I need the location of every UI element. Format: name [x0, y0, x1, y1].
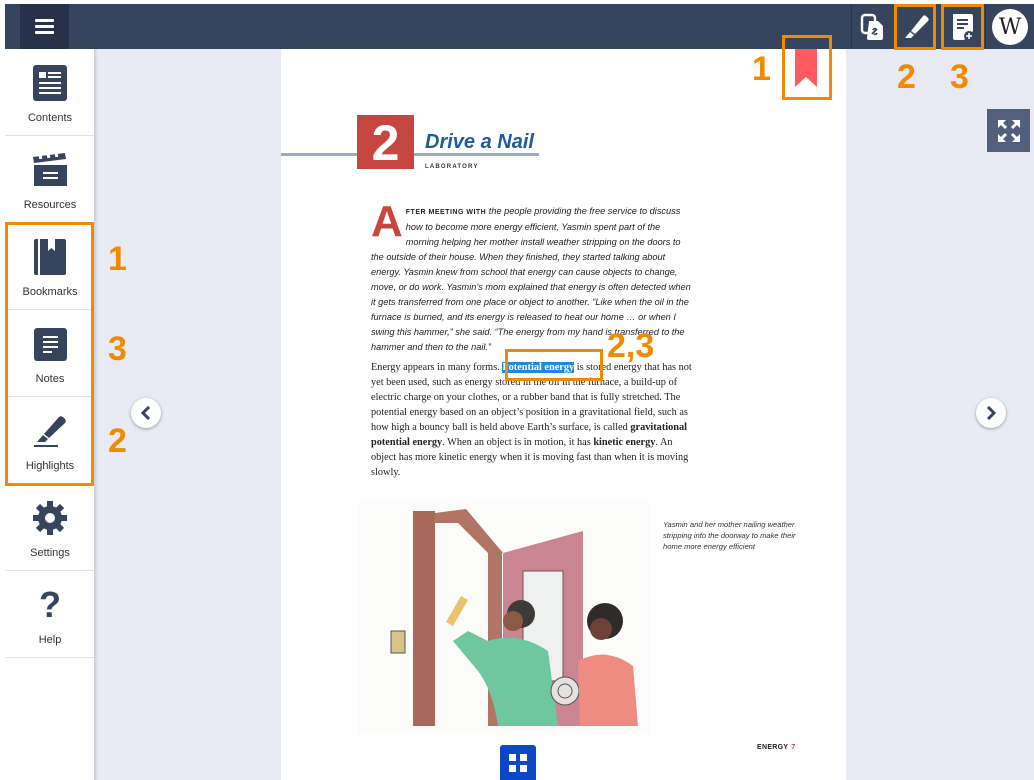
question-icon: ?: [39, 584, 61, 625]
book-page: 2 Drive a Nail LABORATORY A FTER MEETING …: [281, 49, 846, 780]
highlighted-text[interactable]: Potential energy: [502, 362, 575, 373]
page-footer: ENERGY 7: [757, 744, 796, 751]
fullscreen-button[interactable]: [987, 109, 1030, 152]
page-number: 7: [791, 744, 796, 751]
sidebar-item-label: Bookmarks: [22, 286, 78, 298]
copy-link-button[interactable]: [852, 4, 894, 49]
next-page-button[interactable]: [976, 398, 1006, 428]
sidebar-item-notes[interactable]: Notes: [5, 310, 95, 397]
chapter-title-rule: [425, 153, 539, 156]
highlight-button[interactable]: [895, 4, 937, 49]
chapter-subtitle: LABORATORY: [425, 164, 479, 170]
grid-icon: [509, 753, 527, 772]
chevron-right-icon: [986, 406, 997, 420]
sidebar-item-label: Settings: [30, 547, 70, 559]
menu-button[interactable]: [20, 4, 69, 49]
sidebar-item-settings[interactable]: Settings: [5, 484, 95, 571]
sidebar-item-label: Notes: [35, 373, 65, 385]
note-add-icon: [953, 13, 974, 41]
expand-icon: [997, 119, 1020, 142]
sidebar-item-label: Help: [38, 634, 62, 646]
sidebar-item-resources[interactable]: Resources: [5, 136, 95, 223]
sidebar-item-highlights[interactable]: Highlights: [5, 397, 95, 484]
highlighter-icon: [34, 416, 66, 447]
drop-cap: A: [371, 197, 403, 246]
chevron-left-icon: [140, 406, 151, 420]
sidebar: Contents Resources Bookmarks Notes Highl…: [5, 49, 95, 780]
illustration-caption: Yasmin and her mother nailing weather st…: [663, 520, 796, 551]
sidebar-item-bookmarks[interactable]: Bookmarks: [5, 223, 95, 310]
bookmark-book-icon: [34, 239, 66, 275]
wikipedia-button[interactable]: W: [992, 9, 1028, 45]
sidebar-item-label: Resources: [23, 199, 77, 211]
clapperboard-icon: [33, 153, 67, 186]
hamburger-icon: [35, 19, 54, 34]
contents-icon: [33, 65, 67, 101]
previous-page-button[interactable]: [131, 398, 161, 428]
sidebar-item-label: Contents: [27, 112, 73, 124]
illustration: [358, 501, 650, 733]
body-paragraph[interactable]: Energy appears in many forms. Potential …: [371, 360, 693, 480]
page-grid-button[interactable]: [500, 745, 536, 780]
sidebar-item-label: Highlights: [25, 460, 75, 472]
chapter-title: Drive a Nail: [425, 131, 534, 153]
chapter-number: 2: [357, 115, 414, 171]
bookmark-ribbon-icon[interactable]: [795, 49, 817, 87]
sidebar-item-help[interactable]: ? Help: [5, 571, 95, 658]
intro-paragraph[interactable]: A FTER MEETING WITH the people providing …: [371, 197, 693, 355]
copy-link-icon: [860, 13, 883, 40]
gear-icon: [33, 501, 67, 535]
highlighter-icon: [905, 14, 929, 38]
add-note-button[interactable]: [942, 4, 984, 49]
notes-icon: [33, 327, 67, 361]
top-toolbar: W: [5, 4, 1034, 49]
sidebar-item-contents[interactable]: Contents: [5, 49, 95, 136]
